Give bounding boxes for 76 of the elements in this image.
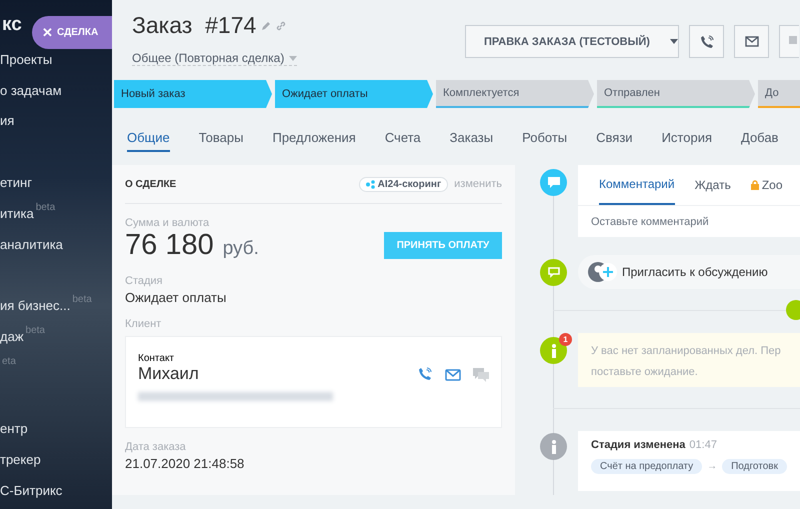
call-button[interactable] bbox=[689, 25, 724, 58]
pencil-icon bbox=[261, 20, 272, 30]
sidebar-item[interactable]: ия бизнес... bbox=[0, 298, 70, 314]
sidebar-item[interactable]: етинг bbox=[0, 175, 32, 190]
phone-icon bbox=[418, 367, 433, 382]
sidebar-item[interactable]: аналитика bbox=[0, 236, 63, 252]
notice-text: У вас нет запланированных дел. Пер bbox=[591, 344, 782, 359]
event-time: 01:47 bbox=[689, 439, 717, 451]
field-label: Контакт bbox=[138, 353, 176, 364]
field-label: Клиент bbox=[125, 318, 162, 330]
sidebar-item[interactable]: даж bbox=[0, 329, 24, 344]
tab[interactable]: Общие bbox=[127, 130, 170, 152]
field-label: Стадия bbox=[125, 275, 164, 287]
stage-step[interactable]: Ожидает оплаты bbox=[275, 80, 433, 108]
sidebar-item[interactable]: ентр bbox=[0, 421, 28, 436]
timeline-dot-icon bbox=[786, 300, 800, 320]
tab[interactable]: Счета bbox=[384, 130, 421, 152]
section-title: О СДЕЛКЕ bbox=[125, 178, 178, 190]
contact-name[interactable]: Михаил bbox=[138, 364, 418, 384]
sidebar-item[interactable]: С-Битрикс bbox=[0, 483, 62, 498]
mail-button[interactable] bbox=[734, 25, 769, 58]
beta-label: eta bbox=[2, 356, 16, 367]
stage-chip: Подготовк bbox=[722, 459, 787, 474]
scoring-badge[interactable]: AI24-скоринг bbox=[358, 176, 448, 192]
field-value: 21.07.2020 21:48:58 bbox=[125, 456, 246, 471]
page-title: Заказ #174 bbox=[132, 12, 256, 39]
amount-value: 76 180 bbox=[125, 229, 214, 262]
chat-bubble-icon bbox=[540, 258, 567, 286]
field-label: Дата заказа bbox=[125, 441, 187, 453]
notice-text: поставьте ожидание. bbox=[591, 365, 699, 380]
sidebar-item[interactable]: о задачам bbox=[0, 82, 62, 98]
category-dropdown[interactable]: Общее (Повторная сделка) bbox=[132, 51, 298, 66]
sidebar-item[interactable]: ия bbox=[0, 113, 14, 128]
tab[interactable]: Связи bbox=[596, 130, 633, 152]
sidebar-item[interactable]: трекер bbox=[0, 452, 41, 468]
tab[interactable]: Заказы bbox=[450, 130, 494, 152]
arrow-text: → bbox=[707, 461, 718, 472]
field-value: Ожидает оплаты bbox=[125, 290, 228, 305]
mail-icon bbox=[445, 368, 461, 380]
add-person-icon bbox=[588, 261, 618, 283]
tab[interactable]: Предложения bbox=[272, 130, 356, 152]
stage-step[interactable]: До bbox=[758, 80, 800, 108]
caret-icon bbox=[289, 56, 298, 60]
close-deal-button[interactable]: ✕ СДЕЛКА bbox=[32, 16, 112, 49]
tab[interactable]: Товары bbox=[198, 130, 244, 152]
edit-order-button[interactable]: ПРАВКА ЗАКАЗА (ТЕСТОВЫЙ) bbox=[465, 25, 679, 58]
comment-input-field[interactable]: Оставьте комментарий bbox=[578, 206, 800, 237]
beta-label: beta bbox=[36, 202, 56, 213]
beta-label: beta bbox=[26, 325, 45, 336]
counter-badge: 1 bbox=[559, 333, 572, 346]
composer-tab[interactable]: Zoo bbox=[750, 165, 783, 205]
info-icon bbox=[540, 433, 567, 460]
link-icon bbox=[276, 20, 286, 30]
field-label: Сумма и валюта bbox=[125, 217, 210, 229]
composer-tab[interactable]: Ждать bbox=[694, 165, 731, 205]
invite-button[interactable]: Пригласить к обсуждению bbox=[578, 255, 800, 289]
tab[interactable]: Роботы bbox=[522, 130, 568, 152]
lock-icon bbox=[750, 180, 759, 190]
currency-label: руб. bbox=[222, 238, 260, 260]
tab[interactable]: История bbox=[662, 130, 712, 152]
stage-step[interactable]: Новый заказ bbox=[114, 80, 272, 108]
stage-step[interactable]: Комплектуется bbox=[436, 80, 594, 108]
sidebar-item[interactable]: итика bbox=[0, 206, 34, 221]
event-title: Стадия изменена bbox=[591, 439, 686, 451]
nodes-icon bbox=[366, 180, 375, 188]
logo-text: кс bbox=[2, 14, 22, 37]
beta-label: beta bbox=[72, 294, 92, 306]
comment-bubble-icon bbox=[540, 169, 567, 196]
stage-chip: Счёт на предоплату bbox=[591, 459, 702, 474]
info-icon bbox=[540, 337, 567, 364]
stage-step[interactable]: Отправлен bbox=[597, 80, 755, 108]
sidebar-item[interactable]: Проекты bbox=[0, 52, 52, 67]
phone-icon bbox=[700, 34, 714, 48]
caret-icon bbox=[670, 39, 678, 44]
mail-icon bbox=[744, 36, 758, 47]
tab[interactable]: Добав bbox=[741, 130, 778, 152]
